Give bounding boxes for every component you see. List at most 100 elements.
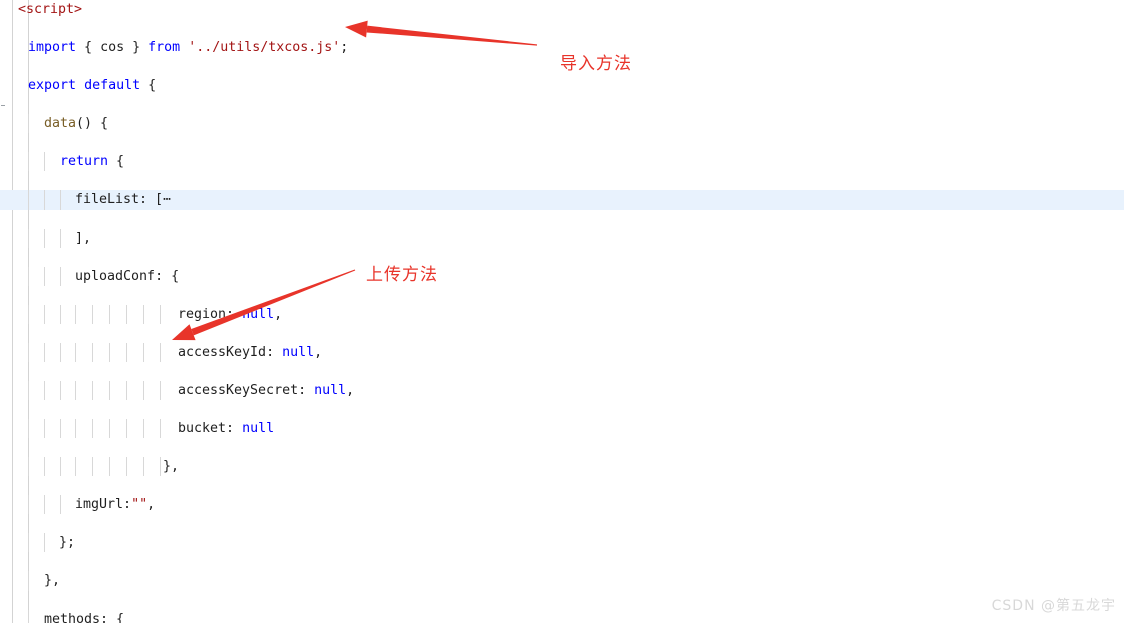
indent-guide [75,304,76,324]
indent-guide [60,495,61,515]
indent-guide [143,342,144,362]
code-token: region [178,306,227,322]
code-token: export [28,78,77,94]
indent-guide [44,419,45,439]
code-line[interactable]: region: null, [0,304,1124,324]
code-token: accessKeyId [178,344,267,360]
code-line[interactable]: <script> [0,0,1124,19]
code-line[interactable]: bucket: null [0,419,1124,439]
indent-guide [28,533,29,553]
indent-guide [60,380,61,401]
indent-guide [126,304,127,324]
code-token: ], [75,230,92,246]
code-token: methods [44,611,101,623]
code-line[interactable]: imgUrl:"", [0,495,1124,515]
fold-marker[interactable] [1,104,5,106]
code-line[interactable]: accessKeySecret: null, [0,380,1124,401]
indent-guide [44,342,45,362]
code-token: null [282,344,315,360]
code-token: '../utils/txcos.js' [188,40,341,56]
indent-guide [44,304,45,324]
code-line-list[interactable]: <script> import { cos } from '../utils/tx… [0,0,1124,623]
code-token: : [266,344,283,360]
code-line-text: }, [163,457,179,476]
indent-guide [126,419,127,439]
indent-guide [28,190,29,210]
indent-guide [28,266,29,286]
code-token: default [84,78,141,94]
indent-guide [60,419,61,439]
code-token: <script> [18,2,83,17]
code-token: bucket [178,421,227,437]
code-line-text: ], [75,229,91,248]
indent-guide [44,457,45,477]
indent-guide [60,304,61,324]
code-token: , [274,306,283,322]
code-token: null [242,306,275,322]
code-line-text: methods: { [44,610,124,623]
indent-guide [60,190,61,210]
code-line[interactable]: fileList: [⋯ [0,190,1124,210]
code-line-text: return { [60,152,124,171]
code-line-text: }, [44,571,60,590]
code-line-text: export default { [28,76,156,95]
code-line[interactable]: ], [0,228,1124,248]
indent-guide [44,266,45,286]
indent-guide [160,457,161,477]
code-line[interactable]: methods: { [0,609,1124,623]
code-editor[interactable]: <script> import { cos } from '../utils/tx… [0,0,1124,623]
indent-guide [60,457,61,477]
indent-guide [92,342,93,362]
indent-guide [143,457,144,477]
indent-guide [28,495,29,515]
csdn-watermark: CSDN @第五龙宇 [991,598,1116,614]
indent-guide [28,342,29,362]
code-token: ; [340,40,349,56]
indent-guide [60,228,61,248]
code-line[interactable]: export default { [0,76,1124,95]
indent-guide [28,114,29,134]
code-line[interactable]: data() { [0,114,1124,134]
code-line-text: fileList: [⋯ [75,190,171,209]
indent-guide [109,380,110,401]
indent-guide [75,457,76,477]
code-line[interactable]: accessKeyId: null, [0,342,1124,362]
indent-guide [92,380,93,401]
code-token: return [60,154,109,170]
indent-guide [160,419,161,439]
indent-guide [92,457,93,477]
code-token: , [314,344,323,360]
code-token: () { [76,116,109,132]
indent-guide [44,533,45,553]
code-line[interactable]: uploadConf: { [0,266,1124,286]
indent-guide [44,152,45,172]
code-token: : { [155,268,180,284]
code-line-text: }; [59,533,75,552]
code-line-text: uploadConf: { [75,267,179,286]
indent-guide [92,304,93,324]
code-token: fileList [75,192,140,208]
indent-guide [143,304,144,324]
code-token: : [298,382,315,398]
code-line-text: accessKeyId: null, [178,343,322,362]
indent-guide [60,266,61,286]
annotation-label-import-note: 导入方法 [560,54,632,74]
indent-guide [160,342,161,362]
indent-guide [92,419,93,439]
code-line[interactable]: }; [0,533,1124,553]
code-line[interactable]: }, [0,571,1124,591]
code-token: , [346,382,355,398]
annotation-label-upload-note: 上传方法 [366,265,438,285]
code-token: ⋯ [163,192,172,208]
code-token: imgUrl [75,497,124,513]
code-token: : { [100,611,125,623]
indent-guide [109,457,110,477]
indent-guide [143,419,144,439]
code-line[interactable]: return { [0,152,1124,172]
indent-guide [28,380,29,401]
code-line-text: region: null, [178,305,282,324]
code-token: : [ [139,192,164,208]
code-line[interactable]: }, [0,457,1124,477]
